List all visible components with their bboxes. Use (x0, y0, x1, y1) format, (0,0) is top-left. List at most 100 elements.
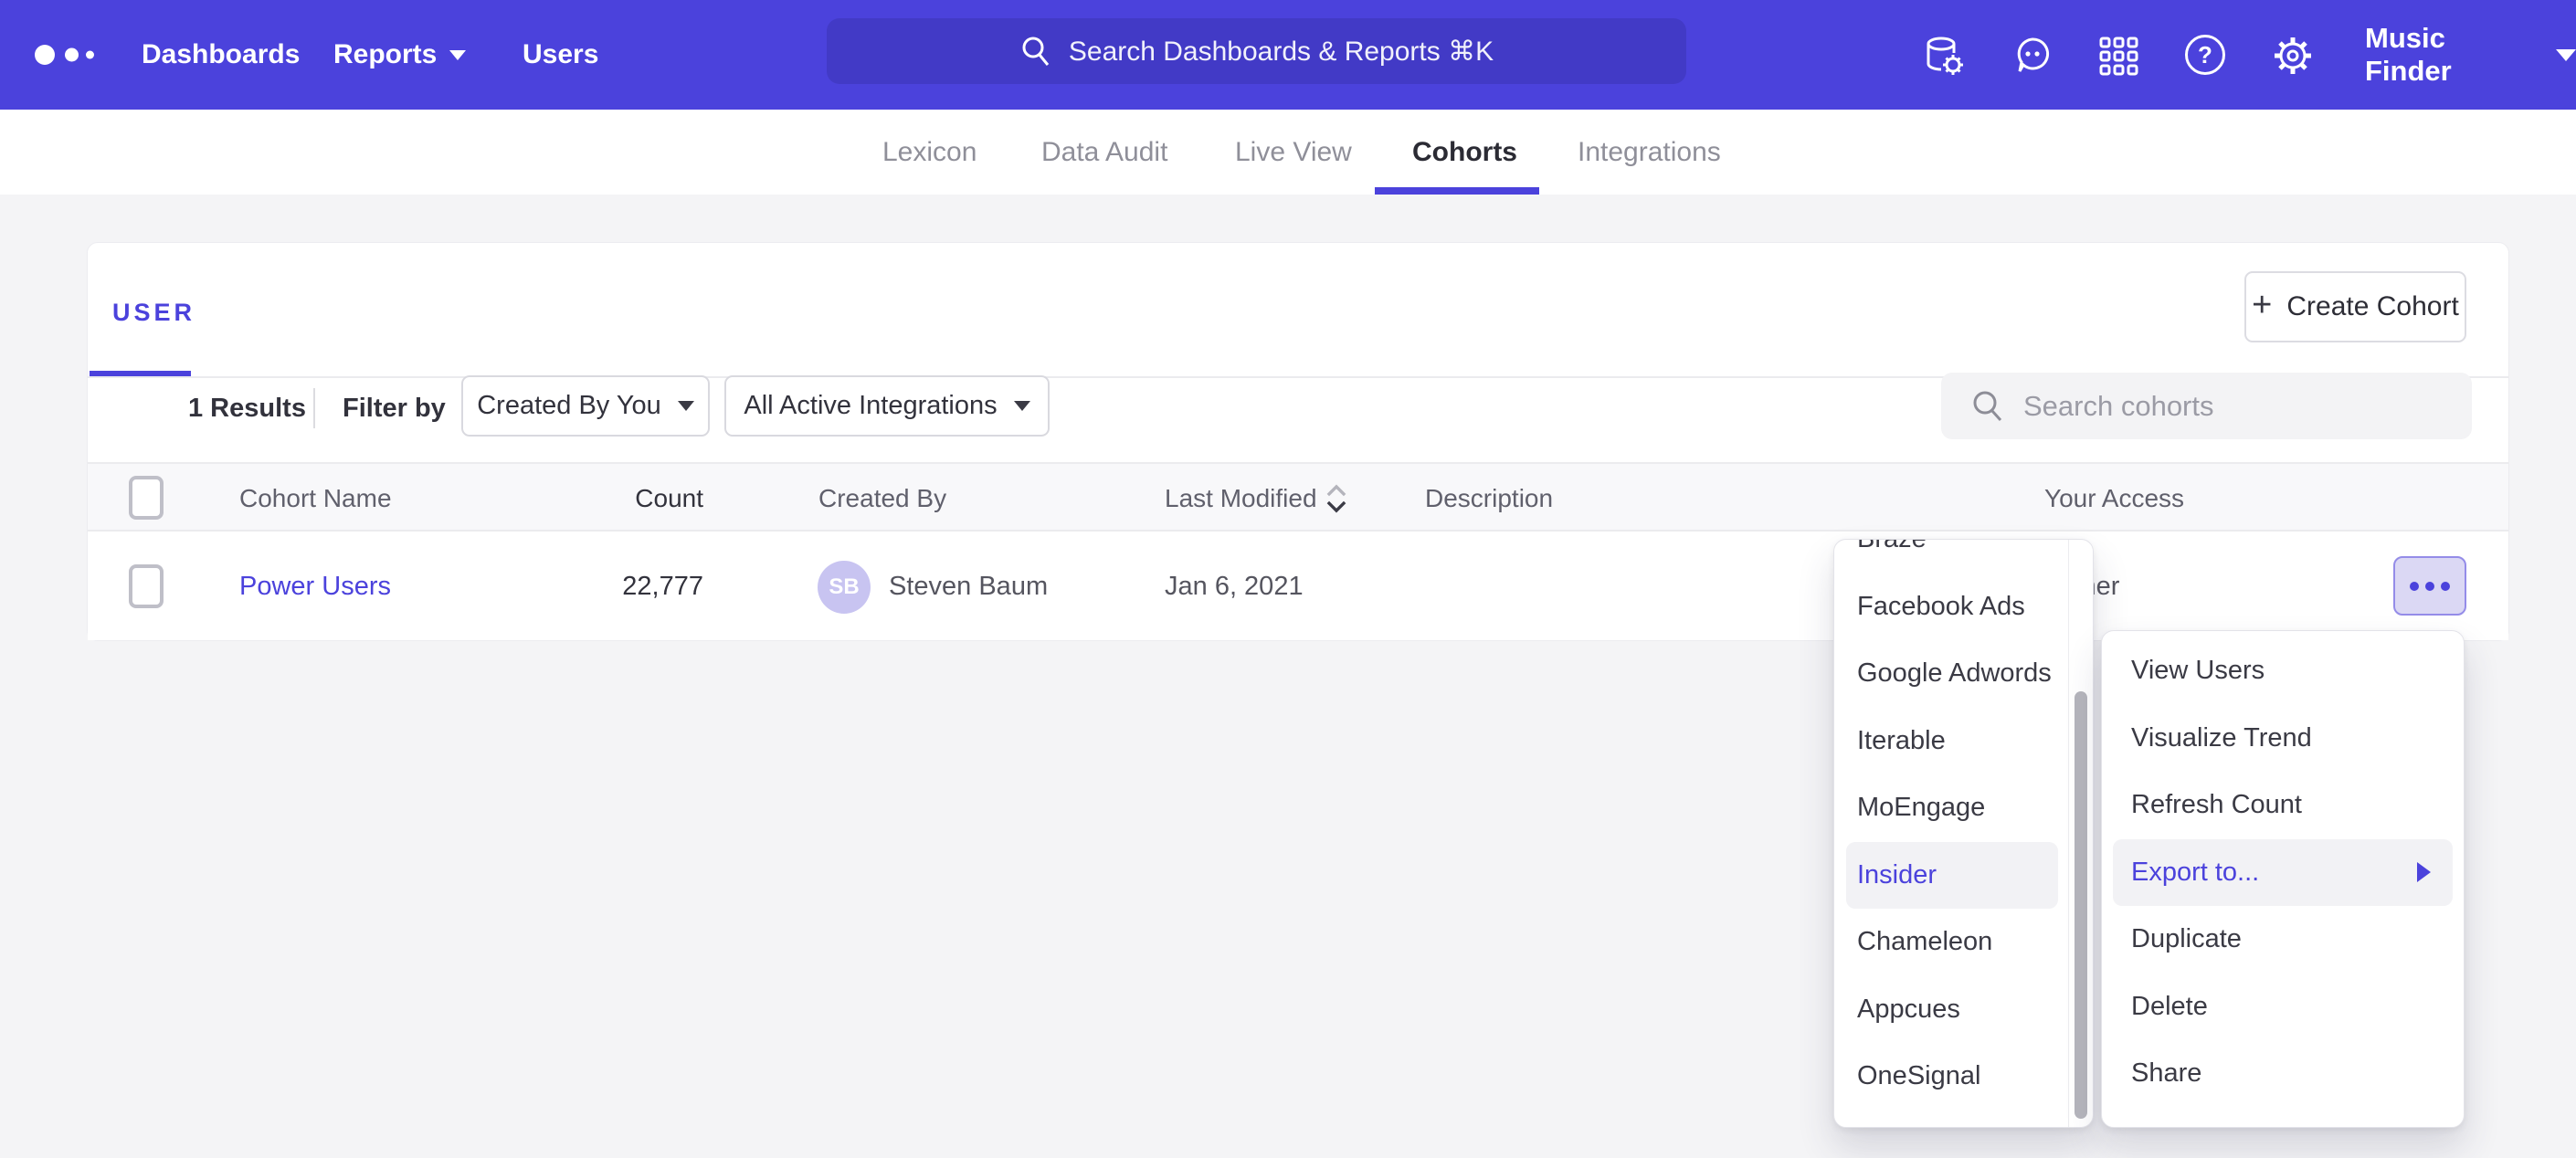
nav-item-users[interactable]: Users (523, 0, 598, 110)
column-label: Count (635, 484, 703, 513)
create-cohort-button[interactable]: + Create Cohort (2244, 271, 2466, 342)
submenu-item-onesignal[interactable]: OneSignal (1834, 1043, 2071, 1111)
menu-item-share[interactable]: Share (2102, 1040, 2464, 1108)
tab-label: Lexicon (882, 137, 977, 168)
menu-item-refresh-count[interactable]: Refresh Count (2102, 772, 2464, 839)
integrations-filter-dropdown[interactable]: All Active Integrations (724, 375, 1050, 437)
column-label: Last Modified (1165, 484, 1317, 513)
data-management-icon[interactable] (1923, 35, 1965, 77)
column-label: Created By (818, 484, 946, 513)
submenu-item-iterable[interactable]: Iterable (1834, 708, 2071, 775)
menu-item-label: Share (2131, 1058, 2201, 1089)
tab-cohorts[interactable]: Cohorts (1412, 110, 1517, 195)
submenu-item-moengage[interactable]: MoEngage (1834, 774, 2071, 842)
column-header-count[interactable]: Count (612, 464, 703, 533)
submenu-item-insider[interactable]: Insider (1846, 842, 2058, 910)
circle-dot-icon (2425, 582, 2434, 591)
apps-grid-icon[interactable] (2097, 35, 2139, 77)
column-header-description[interactable]: Description (1425, 464, 1553, 533)
project-name: Music Finder (2365, 22, 2536, 88)
menu-item-label: Export to... (2131, 858, 2259, 888)
tab-label: Live View (1235, 137, 1352, 168)
avatar: SB (818, 561, 871, 614)
column-label: Your Access (2044, 484, 2184, 513)
select-all-checkbox[interactable] (129, 476, 164, 520)
submenu-item-label: Braze (1857, 539, 1927, 554)
tab-live-view[interactable]: Live View (1235, 110, 1352, 195)
chevron-down-icon (1014, 401, 1030, 411)
submenu-item-appcues[interactable]: Appcues (1834, 976, 2071, 1044)
chevron-down-icon (2556, 49, 2576, 61)
filter-label: All Active Integrations (744, 391, 997, 421)
tab-data-audit[interactable]: Data Audit (1041, 110, 1167, 195)
submenu-item-chameleon[interactable]: Chameleon (1834, 909, 2071, 976)
column-header-cohort-name[interactable]: Cohort Name (239, 464, 392, 533)
help-glyph: ? (2198, 41, 2212, 69)
tab-user-cohorts[interactable]: USER (112, 299, 195, 327)
submenu-item-label: Appcues (1857, 995, 1960, 1025)
project-switcher[interactable]: Music Finder (2365, 0, 2576, 110)
filter-by-label: Filter by (343, 394, 446, 424)
submenu-item-google-adwords[interactable]: Google Adwords (1834, 640, 2071, 708)
mixpanel-logo-icon[interactable] (35, 0, 144, 110)
global-search-input[interactable]: Search Dashboards & Reports ⌘K (827, 18, 1686, 84)
tab-label: Integrations (1578, 137, 1721, 168)
column-label: Description (1425, 484, 1553, 513)
column-header-last-modified[interactable]: Last Modified (1165, 464, 1346, 533)
created-by-filter-dropdown[interactable]: Created By You (461, 375, 710, 437)
app-root: Dashboards Reports Users Search Dashboar… (0, 0, 2576, 1158)
active-tab-indicator (1375, 187, 1539, 195)
count-value: 22,777 (622, 572, 703, 602)
submenu-item-label: Iterable (1857, 726, 1946, 756)
table-header-row: Cohort Name Count Created By Last Modifi… (88, 462, 2508, 532)
column-header-created-by[interactable]: Created By (818, 464, 946, 533)
filter-label: Created By You (477, 391, 661, 421)
settings-gear-icon[interactable] (2272, 35, 2314, 77)
submenu-item-label: Facebook Ads (1857, 592, 2025, 622)
menu-item-label: Delete (2131, 992, 2208, 1022)
cohorts-panel: USER + Create Cohort 1 Results Filter by… (87, 242, 2509, 641)
feedback-chat-icon[interactable] (2011, 35, 2053, 77)
cohort-name-link[interactable]: Power Users (239, 572, 391, 602)
created-by-name: Steven Baum (889, 572, 1048, 602)
row-more-actions-button[interactable] (2393, 556, 2466, 616)
circle-dot-icon (2441, 582, 2450, 591)
menu-item-visualize-trend[interactable]: Visualize Trend (2102, 705, 2464, 773)
submenu-item-braze[interactable]: Braze (1834, 539, 2071, 574)
submenu-list: Braze Facebook Ads Google Adwords Iterab… (1834, 539, 2071, 1111)
nav-item-dashboards[interactable]: Dashboards (142, 0, 300, 110)
menu-item-label: Duplicate (2131, 924, 2242, 954)
submenu-item-label: MoEngage (1857, 793, 1985, 823)
nav-label: Users (523, 39, 598, 70)
search-icon (1019, 35, 1052, 68)
menu-item-duplicate[interactable]: Duplicate (2102, 906, 2464, 974)
sort-icon[interactable] (1326, 483, 1346, 514)
menu-item-label: Visualize Trend (2131, 723, 2312, 753)
circle-dot-icon (2410, 582, 2419, 591)
count-cell: 22,777 (594, 533, 703, 640)
row-checkbox[interactable] (129, 564, 164, 608)
divider (2068, 540, 2069, 1127)
submenu-item-label: Insider (1857, 860, 1937, 890)
search-cohorts-placeholder: Search cohorts (2023, 390, 2214, 423)
submenu-scrollbar-thumb[interactable] (2075, 691, 2087, 1119)
row-actions-context-menu: View Users Visualize Trend Refresh Count… (2101, 630, 2465, 1128)
help-icon[interactable]: ? (2185, 35, 2227, 77)
tab-integrations[interactable]: Integrations (1578, 110, 1721, 195)
menu-item-delete[interactable]: Delete (2102, 974, 2464, 1041)
tab-label: Cohorts (1412, 137, 1517, 168)
search-cohorts-input[interactable]: Search cohorts (1941, 373, 2472, 439)
export-destinations-submenu: Braze Facebook Ads Google Adwords Iterab… (1833, 539, 2094, 1128)
menu-item-view-users[interactable]: View Users (2102, 637, 2464, 705)
last-modified-value: Jan 6, 2021 (1165, 572, 1304, 602)
tab-lexicon[interactable]: Lexicon (882, 110, 977, 195)
secondary-navigation: Lexicon Data Audit Live View Cohorts Int… (0, 110, 2576, 195)
submenu-item-facebook-ads[interactable]: Facebook Ads (1834, 574, 2071, 641)
nav-label: Dashboards (142, 39, 300, 70)
chevron-down-icon (449, 50, 466, 60)
chevron-down-icon (678, 401, 694, 411)
column-header-your-access[interactable]: Your Access (2044, 464, 2184, 533)
nav-item-reports[interactable]: Reports (333, 0, 466, 110)
search-icon (1970, 389, 2005, 424)
menu-item-export-to[interactable]: Export to... (2113, 839, 2453, 907)
